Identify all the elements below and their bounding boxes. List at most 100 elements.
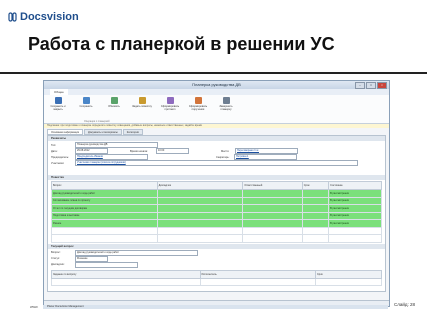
ribbon: Сохранить и закрыть Сохранить Обновить Зада… (44, 95, 389, 124)
agenda-cell-d (156, 219, 244, 228)
close-button[interactable]: × (377, 82, 387, 89)
task-status-label: Статус: (51, 257, 60, 260)
refresh-icon (110, 97, 118, 104)
agenda-cell-d (156, 211, 244, 220)
ribbon-button-label: Сохранить и закрыть (50, 105, 66, 111)
save-icon (82, 97, 90, 104)
agenda-cell-r (242, 189, 303, 198)
sub-col-task[interactable]: Задание по вопросу (51, 269, 201, 279)
task-subtable-row[interactable] (51, 277, 382, 286)
slide-number: Слайд: 28 (393, 302, 415, 307)
logo: Docsvision (8, 11, 79, 23)
agenda-cell-d (156, 196, 244, 205)
agenda-row[interactable]: Подготовка к выставке В рассмотрении (51, 211, 382, 220)
agenda-cell-r (242, 204, 303, 213)
task-question-label: Вопрос: (51, 251, 61, 254)
agenda-header-row: Вопрос Докладчик Ответственный Срок Сост… (51, 181, 382, 190)
agenda-cell-r (242, 219, 303, 228)
window-controls: – □ × (355, 82, 387, 89)
agenda-cell-s: В рассмотрении (328, 204, 382, 213)
docsvision-logo-icon (8, 12, 17, 22)
agenda-cell-s: В рассмотрении (328, 211, 382, 220)
ribbon-button-label: Обновить (108, 105, 120, 108)
agenda-cell-t (301, 211, 330, 220)
agenda-cell-t (301, 189, 330, 198)
col-state[interactable]: Состояние (328, 181, 382, 190)
col-question[interactable]: Вопрос (51, 181, 158, 190)
ribbon-button-3[interactable]: Задать повестку (131, 97, 153, 108)
tab-main-info[interactable]: Основная информация (47, 129, 84, 135)
tasks-icon (194, 97, 202, 104)
props-section: Тип: Планерка руководства ДВ Дата: 29.08… (48, 141, 385, 175)
agenda-cell-r (242, 211, 303, 220)
agenda-cell-r (242, 196, 303, 205)
type-label: Тип: (51, 143, 57, 147)
taskbar-item[interactable]: Planer Docsvision Management (43, 305, 388, 309)
task-subtable: Задание по вопросу Исполнитель Срок (51, 269, 382, 287)
col-reporter[interactable]: Докладчик (156, 181, 244, 190)
agenda-section: Вопрос Докладчик Ответственный Срок Сост… (48, 180, 385, 244)
agenda-row[interactable]: Разное В рассмотрении (51, 219, 382, 228)
chair-label: Председатель: (51, 155, 69, 159)
col-responsible[interactable]: Ответственный (242, 181, 303, 190)
time-start-label: Время начала: (130, 149, 148, 153)
col-deadline[interactable]: Срок (301, 181, 330, 190)
save-close-icon (54, 97, 62, 104)
agenda-cell-t (301, 219, 330, 228)
app-window: Планерка руководства ДВ – □ × Общее Сохр… (43, 80, 390, 307)
agenda-cell-s: В рассмотрении (328, 219, 382, 228)
ribbon-button-4[interactable]: Сформировать протокол (159, 97, 181, 111)
agenda-cell-t (301, 204, 330, 213)
agenda-cell-d (156, 204, 244, 213)
ribbon-button-5[interactable]: Сформировать поручения (187, 97, 209, 111)
sub-col-executor[interactable]: Исполнитель (199, 269, 316, 279)
participants-field[interactable]: Участники планерки (список сотрудников) (75, 160, 358, 166)
date-label: Дата: (51, 149, 58, 153)
ribbon-button-label: Сохранить (79, 105, 93, 108)
time-start-field[interactable]: 10:00 (156, 148, 189, 154)
sub-col-deadline[interactable]: Срок (315, 269, 382, 279)
place-label: Место: (221, 149, 230, 153)
agenda-empty-row (51, 234, 382, 243)
ribbon-button-label: Задать повестку (132, 105, 152, 108)
agenda-cell-q: Согласование плана по проекту (51, 196, 158, 205)
agenda-cell-q: Разное (51, 219, 158, 228)
window-titlebar: Планерка руководства ДВ – □ × (44, 81, 389, 89)
tab-documents[interactable]: Документы и материалы (84, 129, 122, 135)
window-title: Планерка руководства ДВ (192, 82, 241, 87)
agenda-cell-q: Отчет по текущим договорам (51, 204, 158, 213)
task-reporter-field[interactable] (75, 261, 138, 268)
protocol-icon (166, 97, 174, 104)
agenda-icon (138, 97, 146, 104)
footer-left: www. (30, 305, 39, 309)
logo-text: Docsvision (20, 11, 79, 23)
participants-label: Участники: (51, 161, 65, 165)
ribbon-button-2[interactable]: Обновить (103, 97, 125, 108)
ribbon-group-label: Операции с планеркой (84, 120, 110, 123)
slide-title: Работа с планеркой в решении УС (28, 34, 335, 54)
ribbon-button-label: Сформировать протокол (160, 105, 180, 111)
ribbon-button-label: Завершить планерку (219, 105, 233, 111)
task-reporter-label: Докладчик: (51, 263, 65, 266)
task-section: Вопрос: Доклад руководителей о ходе рабо… (48, 249, 385, 291)
secretary-label: Секретарь: (216, 155, 230, 159)
agenda-cell-t (301, 196, 330, 205)
agenda-cell-d (156, 189, 244, 198)
agenda-cell-s: В рассмотрении (328, 189, 382, 198)
agenda-cell-q: Доклад руководителей о ходе работ (51, 189, 158, 198)
agenda-row[interactable]: Доклад руководителей о ходе работ В рассм… (51, 189, 382, 198)
ribbon-button-0[interactable]: Сохранить и закрыть (47, 97, 69, 111)
maximize-button[interactable]: □ (366, 82, 376, 89)
agenda-empty-row (51, 226, 382, 235)
agenda-table: Вопрос Докладчик Ответственный Срок Сост… (51, 181, 382, 243)
ribbon-button-1[interactable]: Сохранить (75, 97, 97, 108)
minimize-button[interactable]: – (355, 82, 365, 89)
agenda-cell-q: Подготовка к выставке (51, 211, 158, 220)
ribbon-button-6[interactable]: Завершить планерку (215, 97, 237, 111)
agenda-row[interactable]: Отчет по текущим договорам В рассмотрении (51, 204, 382, 213)
agenda-row[interactable]: Согласование плана по проекту В рассмотре… (51, 196, 382, 205)
tab-categories[interactable]: Категории (122, 129, 143, 135)
finish-icon (222, 97, 230, 104)
info-bar: Подсказка: при подготовке к планерке опр… (44, 124, 389, 128)
title-divider (0, 72, 427, 74)
